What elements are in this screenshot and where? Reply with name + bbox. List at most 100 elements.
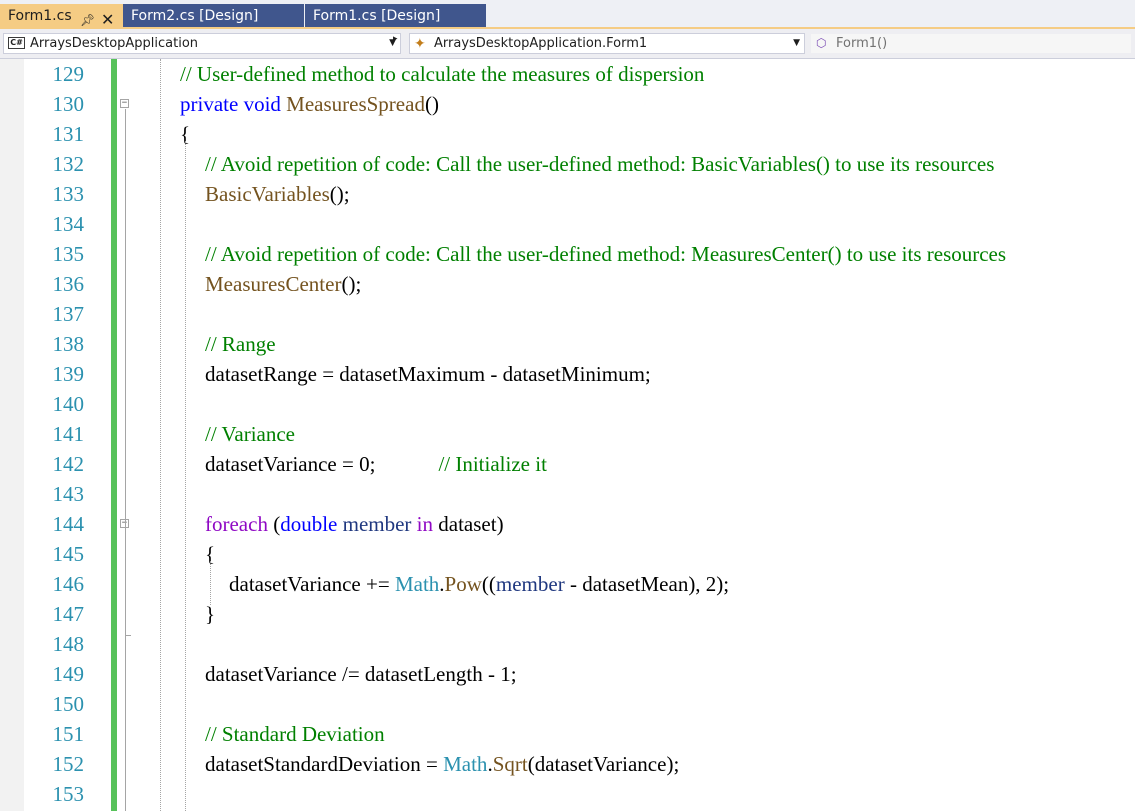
code-line[interactable]: 134 bbox=[0, 209, 1135, 239]
navigation-bar: C# ArraysDesktopApplication ▼ ▸ ✦ Arrays… bbox=[0, 29, 1135, 59]
line-number: 131 bbox=[52, 122, 85, 146]
class-icon: ✦ bbox=[414, 36, 426, 52]
line-number: 140 bbox=[52, 392, 85, 416]
code-text: // Avoid repetition of code: Call the us… bbox=[205, 239, 1006, 269]
line-number: 138 bbox=[52, 332, 85, 356]
code-editor[interactable]: 129 // User-defined method to calculate t… bbox=[0, 59, 1135, 811]
line-number: 132 bbox=[52, 152, 85, 176]
line-number: 152 bbox=[52, 752, 85, 776]
code-line[interactable]: 152 datasetStandardDeviation = Math.Sqrt(… bbox=[0, 749, 1135, 779]
line-number: 139 bbox=[52, 362, 85, 386]
indent-guide bbox=[160, 59, 161, 811]
line-number: 143 bbox=[52, 482, 85, 506]
code-text: private void MeasuresSpread() bbox=[180, 89, 439, 119]
code-line[interactable]: 146 datasetVariance += Math.Pow((member -… bbox=[0, 569, 1135, 599]
code-line[interactable]: 153 bbox=[0, 779, 1135, 809]
code-token: // Initialize it bbox=[438, 452, 547, 476]
code-token: foreach bbox=[205, 512, 268, 536]
tab-form1-design[interactable]: Form1.cs [Design] bbox=[305, 4, 486, 29]
code-text: // Range bbox=[205, 329, 276, 359]
line-number: 130 bbox=[52, 92, 85, 116]
outline-region-line bbox=[125, 109, 126, 811]
code-line[interactable]: 148 bbox=[0, 629, 1135, 659]
code-token: () bbox=[424, 92, 439, 116]
code-token: BasicVariables bbox=[205, 182, 330, 206]
tab-form1-cs[interactable]: Form1.cs 📌︎ ✕ bbox=[0, 4, 123, 29]
code-line[interactable]: 135 // Avoid repetition of code: Call the… bbox=[0, 239, 1135, 269]
line-number: 150 bbox=[52, 692, 85, 716]
code-text: // User-defined method to calculate the … bbox=[180, 59, 704, 89]
code-token: datasetVariance /= datasetLength - 1; bbox=[205, 662, 517, 686]
line-number: 129 bbox=[52, 62, 85, 86]
line-number: 153 bbox=[52, 782, 85, 806]
pin-icon[interactable]: 📌︎ bbox=[80, 8, 95, 29]
code-token: datasetRange = datasetMaximum - datasetM… bbox=[205, 362, 651, 386]
code-line[interactable]: 144 foreach (double member in dataset) bbox=[0, 509, 1135, 539]
method-icon: ⬡ bbox=[816, 36, 827, 50]
chevron-down-icon[interactable]: ▼ bbox=[793, 34, 800, 53]
code-token: datasetVariance += bbox=[229, 572, 395, 596]
class-name: ArraysDesktopApplication.Form1 bbox=[434, 36, 648, 51]
code-token: // User-defined method to calculate the … bbox=[180, 62, 705, 86]
csharp-project-icon: C# bbox=[8, 37, 25, 49]
line-number: 145 bbox=[52, 542, 85, 566]
line-number: 137 bbox=[52, 302, 85, 326]
code-text: foreach (double member in dataset) bbox=[205, 509, 504, 539]
line-number: 136 bbox=[52, 272, 85, 296]
code-token: Math bbox=[394, 572, 440, 596]
code-token: (( bbox=[481, 572, 496, 596]
code-line[interactable]: 137 bbox=[0, 299, 1135, 329]
code-line[interactable]: 149 datasetVariance /= datasetLength - 1; bbox=[0, 659, 1135, 689]
code-token: // Range bbox=[205, 332, 276, 356]
code-line[interactable]: 132 // Avoid repetition of code: Call the… bbox=[0, 149, 1135, 179]
code-token: member bbox=[495, 572, 565, 596]
class-dropdown[interactable]: ✦ ArraysDesktopApplication.Form1 ▼ bbox=[409, 33, 805, 54]
tab-form2-design[interactable]: Form2.cs [Design] bbox=[123, 4, 304, 29]
code-line[interactable]: 131{ bbox=[0, 119, 1135, 149]
line-number: 146 bbox=[52, 572, 85, 596]
code-token: datasetVariance = 0; bbox=[205, 452, 439, 476]
code-text: // Variance bbox=[205, 419, 295, 449]
project-name: ArraysDesktopApplication bbox=[30, 36, 199, 51]
code-line[interactable]: 141 // Variance bbox=[0, 419, 1135, 449]
code-token: // Avoid repetition of code: Call the us… bbox=[205, 152, 995, 176]
code-token: void bbox=[243, 92, 281, 116]
code-line[interactable]: 138 // Range bbox=[0, 329, 1135, 359]
code-text: datasetStandardDeviation = Math.Sqrt(dat… bbox=[205, 749, 679, 779]
indent-guide bbox=[210, 561, 211, 605]
tab-label: Form1.cs bbox=[8, 8, 72, 24]
code-line[interactable]: 130 private void MeasuresSpread() bbox=[0, 89, 1135, 119]
code-text: MeasuresCenter(); bbox=[205, 269, 361, 299]
code-text: datasetVariance = 0; // Initialize it bbox=[205, 449, 547, 479]
member-dropdown[interactable]: ⬡ Form1() bbox=[810, 33, 1132, 54]
close-icon[interactable]: ✕ bbox=[101, 8, 114, 29]
code-token: datasetStandardDeviation = bbox=[205, 752, 444, 776]
code-line[interactable]: 136 MeasuresCenter(); bbox=[0, 269, 1135, 299]
code-line[interactable]: 140 bbox=[0, 389, 1135, 419]
tab-label: Form1.cs [Design] bbox=[313, 8, 441, 24]
code-line[interactable]: 139 datasetRange = datasetMaximum - datas… bbox=[0, 359, 1135, 389]
project-dropdown[interactable]: C# ArraysDesktopApplication ▼ bbox=[3, 33, 401, 54]
code-token: private bbox=[180, 92, 239, 116]
line-number: 149 bbox=[52, 662, 85, 686]
line-number: 141 bbox=[52, 422, 85, 446]
code-line[interactable]: 147} bbox=[0, 599, 1135, 629]
line-number: 147 bbox=[52, 602, 85, 626]
code-line[interactable]: 150 bbox=[0, 689, 1135, 719]
indent-guide bbox=[185, 141, 186, 811]
code-text: // Standard Deviation bbox=[205, 719, 385, 749]
code-line[interactable]: 129 // User-defined method to calculate t… bbox=[0, 59, 1135, 89]
code-token: (); bbox=[341, 272, 362, 296]
code-line[interactable]: 143 bbox=[0, 479, 1135, 509]
code-token: dataset) bbox=[433, 512, 504, 536]
code-line[interactable]: 133 BasicVariables(); bbox=[0, 179, 1135, 209]
document-tab-strip: Form1.cs 📌︎ ✕ Form2.cs [Design] Form1.cs… bbox=[0, 0, 1135, 29]
tab-label: Form2.cs [Design] bbox=[131, 8, 259, 24]
code-line[interactable]: 142 datasetVariance = 0; // Initialize it bbox=[0, 449, 1135, 479]
code-line[interactable]: 145{ bbox=[0, 539, 1135, 569]
outline-region-end bbox=[125, 635, 131, 636]
code-line[interactable]: 151 // Standard Deviation bbox=[0, 719, 1135, 749]
code-token: member bbox=[342, 512, 412, 536]
collapse-region-icon[interactable]: − bbox=[120, 99, 129, 108]
split-arrow-icon: ▸ bbox=[393, 33, 398, 43]
